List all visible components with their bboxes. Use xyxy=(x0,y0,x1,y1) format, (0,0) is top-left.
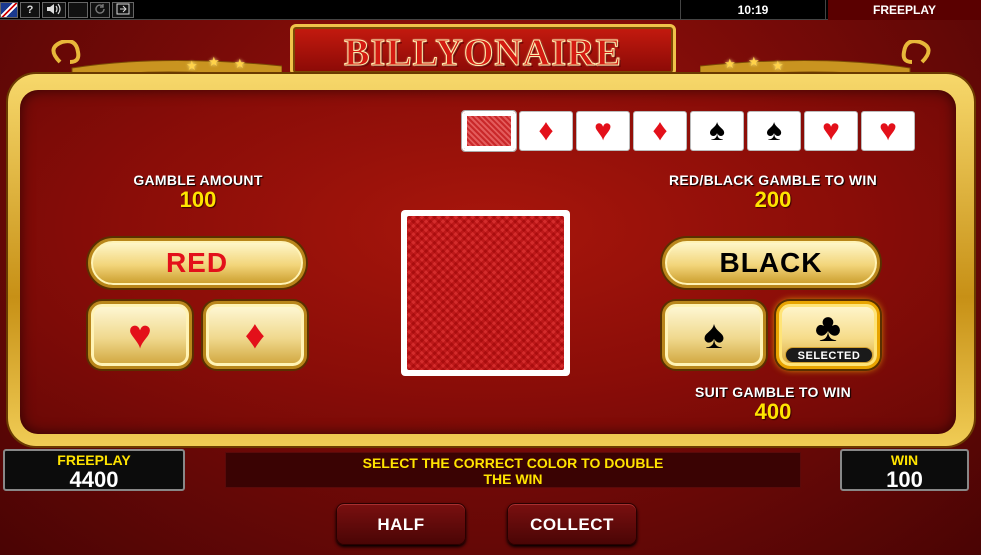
card-back-pattern xyxy=(407,216,564,370)
history-card xyxy=(461,110,517,152)
message-line-2: THE WIN xyxy=(483,471,543,487)
heart-button[interactable]: ♥ xyxy=(88,301,192,369)
history-card: ♦ xyxy=(519,111,573,151)
win-value: 100 xyxy=(886,467,923,492)
spade-icon: ♠ xyxy=(709,114,725,147)
game-title: BILLYONAIRE xyxy=(344,32,622,75)
spade-icon: ♠ xyxy=(703,313,725,357)
star-icon: ★ xyxy=(724,56,736,71)
star-icon: ★ xyxy=(208,54,220,69)
heart-icon: ♥ xyxy=(879,114,897,147)
black-button[interactable]: BLACK xyxy=(662,238,880,288)
club-icon: ♣ xyxy=(814,306,842,350)
history-card: ♥ xyxy=(861,111,915,151)
language-flag-icon[interactable] xyxy=(0,2,18,18)
history-card: ♠ xyxy=(690,111,744,151)
color-gamble-win-value: 200 xyxy=(754,187,792,212)
speaker-icon[interactable] xyxy=(42,2,66,18)
selected-badge: SELECTED xyxy=(785,347,873,363)
spade-button[interactable]: ♠ xyxy=(662,301,766,369)
win-box: WIN 100 xyxy=(840,449,969,492)
star-icon: ★ xyxy=(748,54,760,69)
diamond-icon: ♦ xyxy=(244,313,266,357)
balance-label: FREEPLAY xyxy=(57,452,131,468)
history-card: ♥ xyxy=(576,111,630,151)
gamble-amount-label: GAMBLE AMOUNT xyxy=(133,172,263,188)
card-history: ♦ ♥ ♦ ♠ ♠ ♥ ♥ xyxy=(461,110,922,153)
balance-box: FREEPLAY 4400 xyxy=(3,449,185,492)
spade-icon: ♠ xyxy=(766,114,782,147)
half-button[interactable]: HALF xyxy=(336,503,466,545)
heart-icon: ♥ xyxy=(594,114,612,147)
red-button[interactable]: RED xyxy=(88,238,306,288)
instruction-message: SELECT THE CORRECT COLOR TO DOUBLE THE W… xyxy=(225,452,801,488)
gamble-amount-value: 100 xyxy=(179,187,217,212)
star-icon: ★ xyxy=(186,58,198,73)
suit-gamble-win-label: SUIT GAMBLE TO WIN xyxy=(694,384,852,400)
win-label: WIN xyxy=(890,452,919,468)
reload-icon[interactable] xyxy=(90,2,110,18)
diamond-button[interactable]: ♦ xyxy=(203,301,307,369)
history-card: ♦ xyxy=(633,111,687,151)
clock: 10:19 xyxy=(680,0,826,20)
history-card: ♠ xyxy=(747,111,801,151)
mode-indicator: FREEPLAY xyxy=(828,0,981,20)
title-banner: BILLYONAIRE xyxy=(290,24,676,76)
balance-value: 4400 xyxy=(69,467,119,492)
collect-button[interactable]: COLLECT xyxy=(507,503,637,545)
diamond-icon: ♦ xyxy=(652,114,668,147)
diamond-icon: ♦ xyxy=(538,114,554,147)
suit-gamble-win-value: 400 xyxy=(754,399,792,424)
fullscreen-icon[interactable] xyxy=(68,2,88,18)
heart-icon: ♥ xyxy=(822,114,840,147)
message-line-1: SELECT THE CORRECT COLOR TO DOUBLE xyxy=(362,455,664,471)
exit-icon[interactable] xyxy=(112,2,134,18)
star-icon: ★ xyxy=(772,58,784,73)
top-toolbar: ? 10:19 FREEPLAY xyxy=(0,0,981,20)
heart-icon: ♥ xyxy=(128,313,152,357)
club-button[interactable]: ♣ SELECTED xyxy=(776,301,880,369)
color-gamble-win-label: RED/BLACK GAMBLE TO WIN xyxy=(668,172,878,188)
face-down-card xyxy=(401,210,570,376)
star-icon: ★ xyxy=(234,56,246,71)
history-card: ♥ xyxy=(804,111,858,151)
help-button[interactable]: ? xyxy=(20,2,40,18)
